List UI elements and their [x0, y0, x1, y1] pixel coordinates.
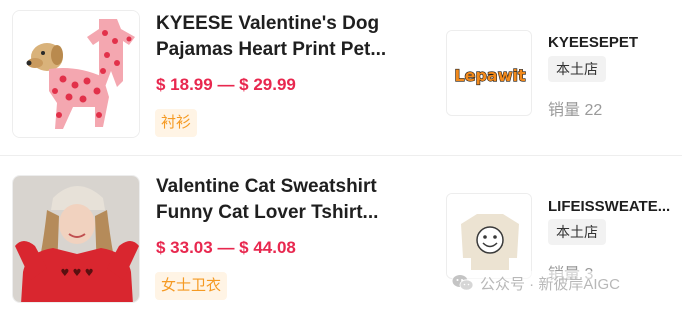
product-title-line2[interactable]: Pajamas Heart Print Pet... [156, 37, 426, 63]
shop-logo[interactable] [446, 193, 532, 279]
price-range: $ 33.03 — $ 44.08 [156, 238, 296, 257]
lepawit-logo-icon: Lepawit [447, 31, 531, 115]
product-image[interactable] [12, 10, 140, 138]
product-title-line1[interactable]: Valentine Cat Sweatshirt [156, 174, 426, 200]
woman-sweatshirt-photo-icon: ♥ ♥ ♥ [13, 176, 139, 302]
shop-name[interactable]: KYEESEPET [548, 34, 676, 51]
shop-name[interactable]: LIFEISSWEATE... [548, 198, 676, 215]
shop-type-badge: 本土店 [548, 219, 606, 245]
product-image[interactable]: ♥ ♥ ♥ [12, 175, 140, 303]
watermark: 公众号 · 新彼岸AIGC [452, 271, 625, 295]
product-title-line2[interactable]: Funny Cat Lover Tshirt... [156, 200, 426, 226]
dog-pajamas-photo-icon [13, 11, 139, 137]
product-title[interactable]: Valentine Cat Sweatshirt Funny Cat Lover… [156, 174, 426, 226]
sweatshirt-logo-icon [447, 194, 531, 278]
product-title[interactable]: KYEESE Valentine's Dog Pajamas Heart Pri… [156, 11, 426, 63]
product-row[interactable]: KYEESE Valentine's Dog Pajamas Heart Pri… [0, 0, 682, 156]
product-title-line1[interactable]: KYEESE Valentine's Dog [156, 11, 426, 37]
shop-type-badge: 本土店 [548, 56, 606, 82]
category-tag: 女士卫衣 [155, 272, 228, 300]
shop-logo[interactable]: Lepawit [446, 30, 532, 116]
row-divider [0, 155, 682, 156]
logo-text: Lepawit [454, 66, 526, 85]
watermark-text: 公众号 · 新彼岸AIGC [480, 275, 621, 293]
svg-text:♥ ♥ ♥: ♥ ♥ ♥ [60, 268, 93, 279]
price-range: $ 18.99 — $ 29.99 [156, 75, 296, 94]
category-tag: 衬衫 [155, 109, 198, 137]
wechat-icon [452, 275, 474, 291]
sales-count: 销量 22 [548, 102, 603, 119]
